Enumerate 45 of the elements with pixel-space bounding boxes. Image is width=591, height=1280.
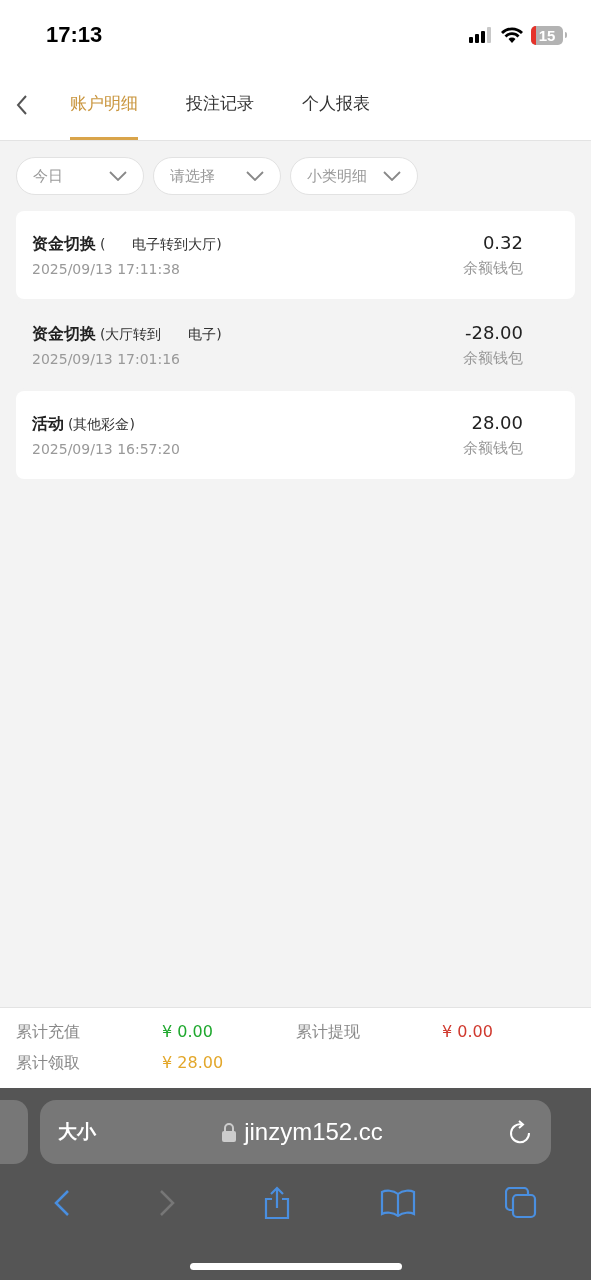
wallet-label: 余额钱包 — [463, 439, 523, 458]
record-title: 资金切换 — [32, 233, 96, 255]
book-icon[interactable] — [380, 1189, 417, 1217]
chevron-down-icon — [109, 171, 127, 181]
address-bar[interactable]: 大小 jinzym152.cc — [40, 1100, 551, 1164]
record-amount: 0.32 — [482, 232, 523, 253]
lock-icon — [222, 1122, 237, 1142]
record-amount: 28.00 — [471, 412, 523, 433]
record-time: 2025/09/13 17:01:16 — [32, 350, 182, 367]
reload-icon[interactable] — [509, 1120, 531, 1144]
record-detail: ( 电子转到大厅) — [100, 235, 222, 254]
summary-value: ¥ 28.00 — [162, 1053, 225, 1074]
clock-time: 17:13 — [46, 22, 103, 48]
tabs-icon[interactable] — [504, 1187, 537, 1219]
record-detail: (大厅转到 电子) — [100, 325, 222, 344]
chevron-down-icon — [246, 171, 264, 181]
record-detail: (其他彩金) — [68, 415, 135, 434]
filter-dropdown[interactable]: 请选择 — [153, 157, 281, 195]
share-icon[interactable] — [263, 1186, 292, 1220]
tab[interactable]: 个人报表 — [302, 70, 370, 140]
back-icon[interactable] — [16, 95, 28, 115]
summary-value: ¥ 0.00 — [442, 1022, 494, 1043]
text-size-button[interactable]: 大小 — [58, 1119, 96, 1145]
record-title: 活动 — [32, 413, 64, 435]
summary-label: 累计提现 — [296, 1022, 361, 1043]
chevron-down-icon — [383, 171, 401, 181]
summary-label: 累计领取 — [16, 1053, 81, 1074]
record-time: 2025/09/13 17:11:38 — [32, 260, 182, 277]
wallet-label: 余额钱包 — [463, 259, 523, 278]
tab-preview[interactable] — [0, 1100, 28, 1164]
record-card[interactable]: 活动 (其他彩金) 2025/09/13 16:57:20 28.00 余额钱包 — [16, 391, 575, 479]
record-amount: -28.00 — [464, 322, 523, 343]
tab[interactable]: 投注记录 — [186, 70, 254, 140]
summary-label: 累计充值 — [16, 1022, 81, 1043]
filter-dropdown[interactable]: 今日 — [16, 157, 144, 195]
url-text: jinzym152.cc — [244, 1118, 383, 1146]
summary-value: ¥ 0.00 — [162, 1022, 214, 1043]
tab[interactable]: 账户明细 — [70, 70, 138, 140]
record-time: 2025/09/13 16:57:20 — [32, 440, 181, 457]
record-title: 资金切换 — [32, 323, 96, 345]
signal-icon — [469, 27, 493, 43]
filter-dropdown[interactable]: 小类明细 — [290, 157, 418, 195]
record-card[interactable]: 资金切换 ( 电子转到大厅) 2025/09/13 17:11:38 0.32 余额钱包 — [16, 211, 575, 299]
wallet-label: 余额钱包 — [463, 349, 523, 368]
wifi-icon — [501, 27, 523, 43]
